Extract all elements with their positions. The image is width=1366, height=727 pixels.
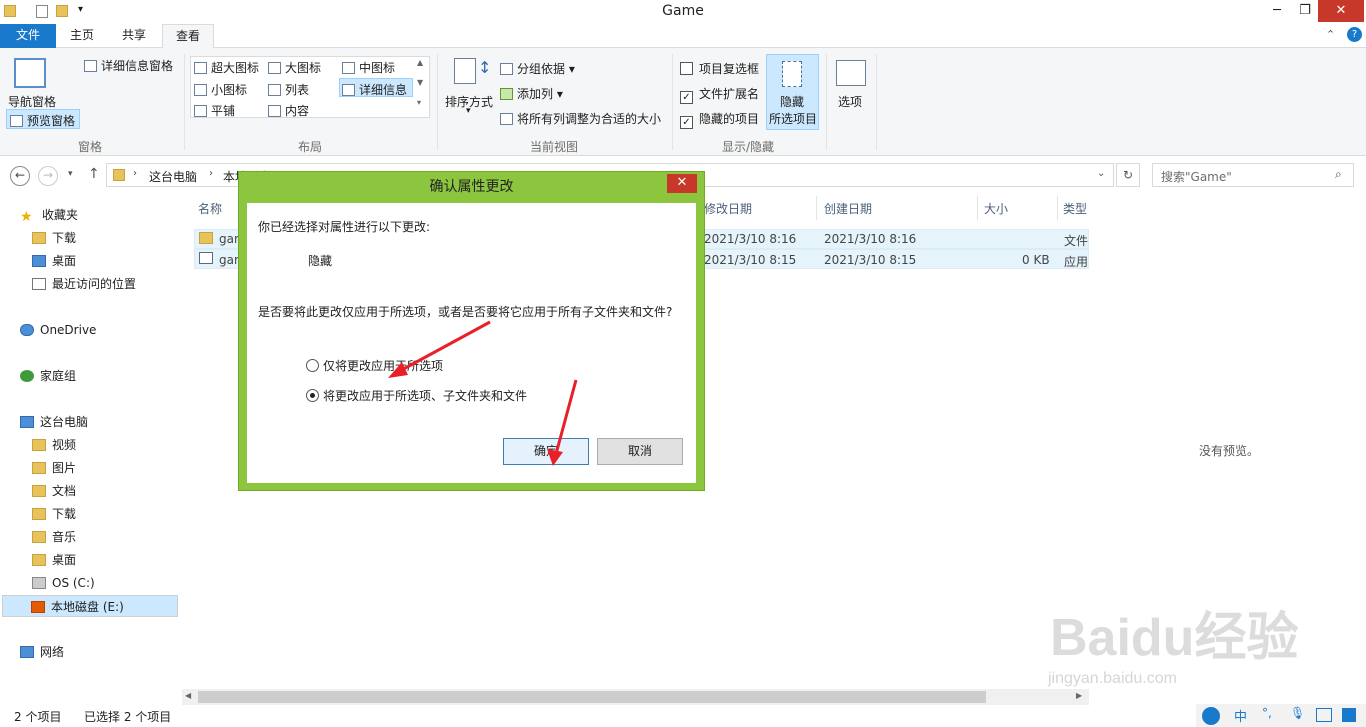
arrow-to-ok [554, 379, 578, 455]
annotation-arrows [388, 320, 578, 466]
arrow-head-ok [547, 449, 563, 466]
arrow-head-option [388, 362, 408, 378]
arrow-to-option [397, 320, 491, 374]
